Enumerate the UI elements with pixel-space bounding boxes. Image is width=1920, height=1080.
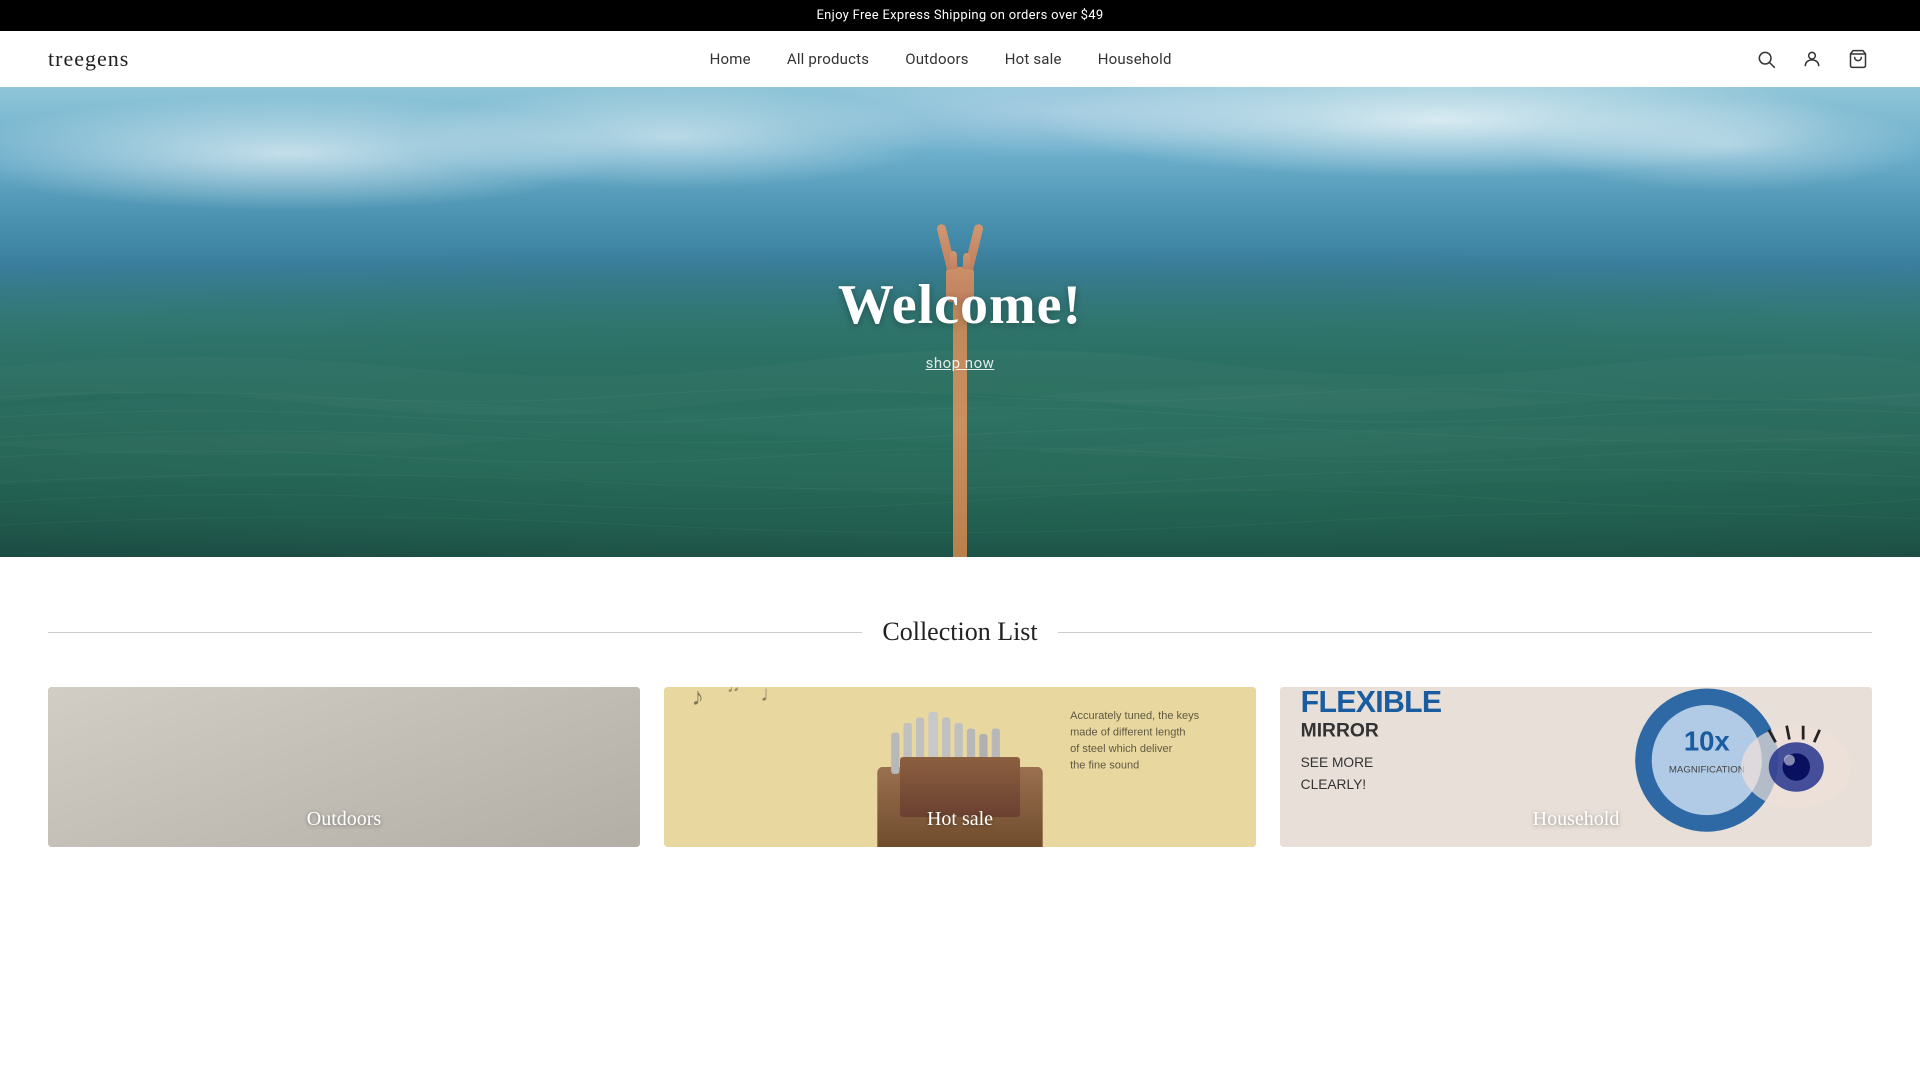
header-line-left <box>48 632 862 633</box>
nav-item-hot-sale[interactable]: Hot sale <box>1005 50 1062 68</box>
hero-content: Welcome! shop now <box>838 273 1082 372</box>
nav-item-home[interactable]: Home <box>710 50 751 68</box>
collection-header: Collection List <box>48 617 1872 647</box>
svg-text:♪: ♪ <box>692 687 704 711</box>
svg-text:MIRROR: MIRROR <box>1301 721 1379 742</box>
svg-text:♫: ♫ <box>726 687 740 696</box>
collection-grid: Outdoors <box>48 687 1872 847</box>
svg-text:SEE MORE: SEE MORE <box>1301 755 1374 770</box>
cart-icon[interactable] <box>1844 45 1872 73</box>
site-header: treegens Home All products Outdoors Hot … <box>0 31 1920 87</box>
nav-item-household[interactable]: Household <box>1098 50 1172 68</box>
collection-card-hot-sale[interactable]: ♪ ♫ ♩ Accurately tuned, the keys made of… <box>664 687 1256 847</box>
svg-text:CLEARLY!: CLEARLY! <box>1301 777 1366 792</box>
collection-card-household[interactable]: MY FLEXIBLE MIRROR SEE MORE CLEARLY! 10x… <box>1280 687 1872 847</box>
collection-card-outdoors[interactable]: Outdoors <box>48 687 640 847</box>
svg-text:the fine sound: the fine sound <box>1070 759 1139 771</box>
nav-item-outdoors[interactable]: Outdoors <box>905 50 969 68</box>
svg-text:MAGNIFICATION: MAGNIFICATION <box>1669 765 1745 776</box>
svg-text:♩: ♩ <box>760 687 782 706</box>
hero-section: Welcome! shop now <box>0 87 1920 557</box>
collection-title: Collection List <box>882 617 1037 647</box>
header-icons <box>1752 45 1872 73</box>
svg-text:made of different length: made of different length <box>1070 726 1185 738</box>
main-nav: Home All products Outdoors Hot sale Hous… <box>710 50 1172 68</box>
announcement-bar: Enjoy Free Express Shipping on orders ov… <box>0 0 1920 31</box>
svg-text:FLEXIBLE: FLEXIBLE <box>1301 687 1442 719</box>
svg-text:Accurately tuned, the keys: Accurately tuned, the keys <box>1070 710 1200 722</box>
search-icon[interactable] <box>1752 45 1780 73</box>
svg-text:of steel which deliver: of steel which deliver <box>1070 743 1172 755</box>
site-logo[interactable]: treegens <box>48 46 129 72</box>
outdoors-label: Outdoors <box>307 808 381 831</box>
hot-sale-label: Hot sale <box>927 808 993 831</box>
collection-section: Collection List Outdoors <box>0 557 1920 887</box>
svg-text:10x: 10x <box>1684 725 1731 756</box>
shop-now-link[interactable]: shop now <box>926 354 995 372</box>
account-icon[interactable] <box>1798 45 1826 73</box>
hero-title: Welcome! <box>838 273 1082 337</box>
nav-item-all-products[interactable]: All products <box>787 50 869 68</box>
announcement-text: Enjoy Free Express Shipping on orders ov… <box>816 8 1103 23</box>
header-line-right <box>1058 632 1872 633</box>
household-label: Household <box>1533 808 1620 831</box>
